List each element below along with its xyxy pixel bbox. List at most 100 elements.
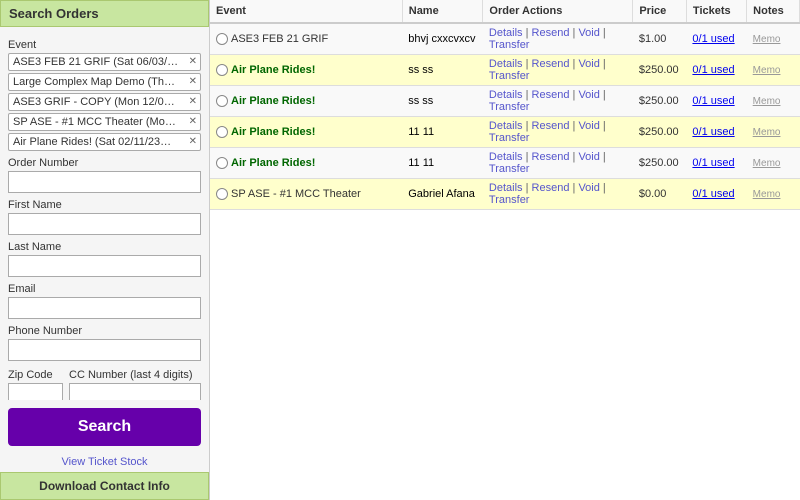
table-body: ASE3 FEB 21 GRIFbhvj cxxcvxcvDetails | R… <box>210 23 800 210</box>
table-row: Air Plane Rides!ss ssDetails | Resend | … <box>210 86 800 117</box>
table-header: Order Actions <box>483 0 633 23</box>
tickets-link[interactable]: 0/1 used <box>692 64 734 76</box>
table-header: Notes <box>747 0 800 23</box>
action-void-link[interactable]: Void <box>578 182 599 194</box>
action-transfer-link[interactable]: Transfer <box>489 132 530 144</box>
event-cell: ASE3 FEB 21 GRIF <box>210 23 402 55</box>
action-transfer-link[interactable]: Transfer <box>489 39 530 51</box>
tickets-cell: 0/1 used <box>686 148 746 179</box>
action-details-link[interactable]: Details <box>489 182 523 194</box>
last-name-label: Last Name <box>8 241 201 253</box>
event-tag-remove[interactable]: ✕ <box>189 57 197 67</box>
action-separator: | <box>523 27 532 39</box>
event-tag-remove[interactable]: ✕ <box>189 77 197 87</box>
action-details-link[interactable]: Details <box>489 89 523 101</box>
action-details-link[interactable]: Details <box>489 151 523 163</box>
event-tag-remove[interactable]: ✕ <box>189 137 197 147</box>
event-tag-remove[interactable]: ✕ <box>189 97 197 107</box>
memo-link[interactable]: Memo <box>753 127 781 138</box>
action-void-link[interactable]: Void <box>578 151 599 163</box>
table-header: Price <box>633 0 687 23</box>
action-resend-link[interactable]: Resend <box>532 89 570 101</box>
action-resend-link[interactable]: Resend <box>532 27 570 39</box>
email-input[interactable] <box>8 297 201 319</box>
action-separator: | <box>523 89 532 101</box>
action-resend-link[interactable]: Resend <box>532 120 570 132</box>
actions-cell: Details | Resend | Void | Transfer <box>483 23 633 55</box>
action-void-link[interactable]: Void <box>578 120 599 132</box>
action-transfer-link[interactable]: Transfer <box>489 101 530 113</box>
last-name-input[interactable] <box>8 255 201 277</box>
tickets-link[interactable]: 0/1 used <box>692 95 734 107</box>
notes-cell: Memo <box>747 55 800 86</box>
memo-link[interactable]: Memo <box>753 158 781 169</box>
first-name-input[interactable] <box>8 213 201 235</box>
event-label: Event <box>8 39 201 51</box>
action-separator: | <box>523 151 532 163</box>
actions-cell: Details | Resend | Void | Transfer <box>483 86 633 117</box>
tickets-link[interactable]: 0/1 used <box>692 188 734 200</box>
action-resend-link[interactable]: Resend <box>532 182 570 194</box>
action-details-link[interactable]: Details <box>489 120 523 132</box>
email-label: Email <box>8 283 201 295</box>
cc-field: CC Number (last 4 digits) <box>69 363 201 400</box>
action-resend-link[interactable]: Resend <box>532 58 570 70</box>
action-transfer-link[interactable]: Transfer <box>489 70 530 82</box>
event-cell: Air Plane Rides! <box>210 55 402 86</box>
cc-input[interactable] <box>69 383 201 400</box>
order-number-label: Order Number <box>8 157 201 169</box>
view-ticket-stock-container: View Ticket Stock <box>0 450 209 472</box>
tickets-link[interactable]: 0/1 used <box>692 157 734 169</box>
phone-input[interactable] <box>8 339 201 361</box>
tickets-cell: 0/1 used <box>686 86 746 117</box>
cc-label: CC Number (last 4 digits) <box>69 369 201 381</box>
view-ticket-stock-link[interactable]: View Ticket Stock <box>62 456 148 468</box>
zip-label: Zip Code <box>8 369 63 381</box>
action-resend-link[interactable]: Resend <box>532 151 570 163</box>
zip-cc-row: Zip Code CC Number (last 4 digits) <box>8 363 201 400</box>
action-transfer-link[interactable]: Transfer <box>489 194 530 206</box>
notes-cell: Memo <box>747 23 800 55</box>
table-header: Name <box>402 0 483 23</box>
action-void-link[interactable]: Void <box>578 58 599 70</box>
action-separator: | <box>523 182 532 194</box>
event-tag: ASE3 GRIF - COPY (Mon 12/01/…✕ <box>8 93 201 111</box>
search-button[interactable]: Search <box>8 408 201 446</box>
price-cell: $250.00 <box>633 86 687 117</box>
action-details-link[interactable]: Details <box>489 58 523 70</box>
table-row: ASE3 FEB 21 GRIFbhvj cxxcvxcvDetails | R… <box>210 23 800 55</box>
memo-link[interactable]: Memo <box>753 96 781 107</box>
price-cell: $1.00 <box>633 23 687 55</box>
event-name: Air Plane Rides! <box>231 64 315 76</box>
memo-link[interactable]: Memo <box>753 65 781 76</box>
tickets-cell: 0/1 used <box>686 117 746 148</box>
notes-cell: Memo <box>747 86 800 117</box>
tickets-link[interactable]: 0/1 used <box>692 126 734 138</box>
action-separator: | <box>600 89 606 101</box>
row-circle-icon <box>216 64 228 76</box>
panel-header: Search Orders <box>0 0 209 27</box>
action-separator: | <box>523 58 532 70</box>
memo-link[interactable]: Memo <box>753 189 781 200</box>
action-void-link[interactable]: Void <box>578 27 599 39</box>
action-separator: | <box>600 27 606 39</box>
action-void-link[interactable]: Void <box>578 89 599 101</box>
event-tag-remove[interactable]: ✕ <box>189 117 197 127</box>
orders-table: EventNameOrder ActionsPriceTicketsNotes … <box>210 0 800 210</box>
download-contact-info-button[interactable]: Download Contact Info <box>0 472 209 500</box>
table-header-row: EventNameOrder ActionsPriceTicketsNotes <box>210 0 800 23</box>
zip-input[interactable] <box>8 383 63 400</box>
memo-link[interactable]: Memo <box>753 34 781 45</box>
left-content: Event ASE3 FEB 21 GRIF (Sat 06/03/2…✕Lar… <box>0 27 209 400</box>
action-transfer-link[interactable]: Transfer <box>489 163 530 175</box>
action-details-link[interactable]: Details <box>489 27 523 39</box>
price-cell: $0.00 <box>633 179 687 210</box>
table-row: Air Plane Rides!11 11Details | Resend | … <box>210 117 800 148</box>
table-row: Air Plane Rides!11 11Details | Resend | … <box>210 148 800 179</box>
action-separator: | <box>600 120 606 132</box>
name-cell: Gabriel Afana <box>402 179 483 210</box>
notes-cell: Memo <box>747 179 800 210</box>
order-number-input[interactable] <box>8 171 201 193</box>
tickets-cell: 0/1 used <box>686 55 746 86</box>
tickets-link[interactable]: 0/1 used <box>692 33 734 45</box>
